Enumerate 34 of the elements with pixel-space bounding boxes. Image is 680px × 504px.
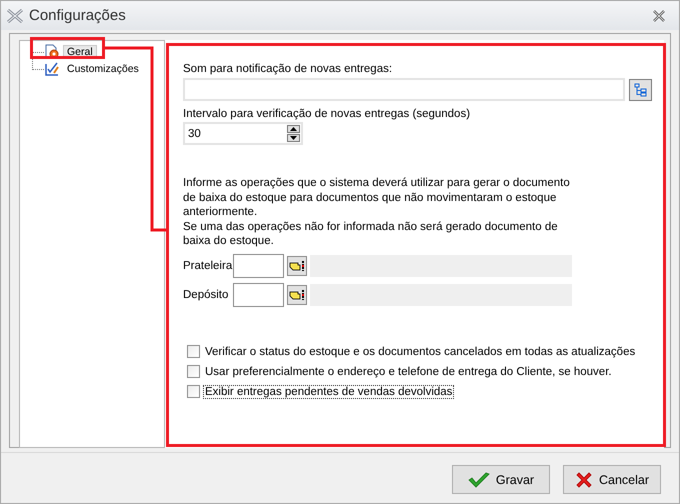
down-arrow-icon bbox=[290, 136, 297, 140]
x-icon bbox=[574, 470, 593, 488]
interval-spinner[interactable]: 30 bbox=[183, 122, 303, 145]
checkbox[interactable] bbox=[187, 345, 200, 358]
checkbox[interactable] bbox=[187, 385, 200, 398]
checkbox[interactable] bbox=[187, 365, 200, 378]
save-button[interactable]: Gravar bbox=[452, 465, 550, 494]
interval-label: Intervalo para verificação de novas entregas (segundos) bbox=[183, 108, 472, 120]
lookup-label: Depósito bbox=[183, 288, 230, 300]
app-icon bbox=[7, 8, 23, 22]
spin-down-button[interactable] bbox=[287, 134, 300, 142]
interval-value: 30 bbox=[188, 128, 201, 140]
spin-up-button[interactable] bbox=[287, 125, 300, 133]
browse-button[interactable] bbox=[629, 78, 652, 100]
cancel-button[interactable]: Cancelar bbox=[563, 465, 661, 494]
tree-item[interactable]: Customizações bbox=[63, 62, 143, 76]
sound-label: Som para notificação de novas entregas: bbox=[183, 63, 394, 75]
info-paragraph: Se uma das operações não for informada não será gerado documento de baixa do estoque. bbox=[183, 220, 559, 248]
pencil-checklist-icon bbox=[44, 61, 60, 77]
checkbox-label[interactable]: Exibir entregas pendentes de vendas devolvidas bbox=[203, 384, 454, 398]
code-field[interactable] bbox=[233, 282, 284, 306]
checkbox-label[interactable]: Usar preferencialmente o endereço e telefone de entrega do Cliente, se houver. bbox=[203, 364, 614, 378]
checkbox-label[interactable]: Verificar o status do estoque e os documentos cancelados em todas as atualizações bbox=[203, 344, 638, 358]
info-paragraph: Informe as operações que o sistema deverá utilizar para gerar o documento de baixa do estoque para documentos que não movimentaram o estoque anteriormente. bbox=[183, 176, 571, 220]
lookup-button[interactable] bbox=[287, 256, 307, 276]
tree-icon bbox=[634, 82, 647, 96]
up-arrow-icon bbox=[290, 127, 297, 131]
code-field[interactable] bbox=[233, 254, 284, 278]
lookup-label: Prateleira bbox=[183, 260, 233, 272]
close-icon[interactable] bbox=[653, 10, 665, 22]
sound-field[interactable] bbox=[183, 78, 625, 101]
lookup-button[interactable] bbox=[287, 284, 307, 304]
checkmark-icon bbox=[468, 472, 490, 488]
window-title: Configurações bbox=[29, 7, 126, 24]
